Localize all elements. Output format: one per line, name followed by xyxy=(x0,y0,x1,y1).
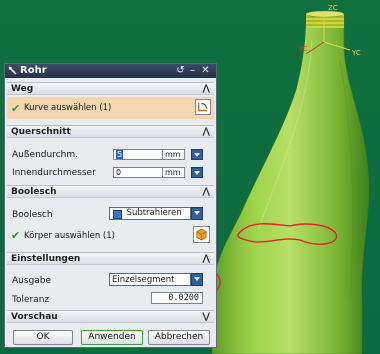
apply-button[interactable]: Anwenden xyxy=(81,330,143,345)
select-body-label: Körper auswählen (1) xyxy=(24,231,115,241)
select-body-row[interactable]: ✔ Körper auswählen (1) xyxy=(7,225,214,245)
select-body-icon[interactable] xyxy=(193,226,210,243)
outer-diameter-input[interactable]: 5 xyxy=(113,149,163,160)
section-header-querschnitt[interactable]: Querschnitt ⋀ xyxy=(7,125,214,138)
bottle-neck-threads xyxy=(305,10,345,28)
inner-diameter-input[interactable]: 0 xyxy=(113,167,163,178)
select-curve-row[interactable]: ✔ Kurve auswählen (1) xyxy=(7,97,214,119)
cancel-button[interactable]: Abbrechen xyxy=(148,330,210,345)
select-curve-label: Kurve auswählen (1) xyxy=(24,103,112,113)
boolean-dropdown-icon[interactable] xyxy=(191,207,203,220)
section-header-einstellungen[interactable]: Einstellungen ⋀ xyxy=(7,252,214,265)
section-header-boolesch[interactable]: Boolesch ⋀ xyxy=(7,185,214,198)
tolerance-label: Toleranz xyxy=(12,295,50,305)
rohr-dialog: Rohr ↺ – ✕ Weg ⋀ ✔ Kurve auswählen (1) Q… xyxy=(4,63,217,348)
ok-button[interactable]: OK xyxy=(13,330,73,345)
axis-label-yc: YC xyxy=(351,49,361,57)
reset-icon[interactable]: ↺ xyxy=(175,65,186,77)
inner-diameter-unit[interactable]: mm xyxy=(163,167,185,178)
chevron-up-icon: ⋀ xyxy=(202,187,210,197)
section-header-weg[interactable]: Weg ⋀ xyxy=(7,82,214,95)
inner-diameter-label: Innendurchmesser xyxy=(12,168,96,178)
minimize-icon[interactable]: – xyxy=(187,65,198,77)
check-icon: ✔ xyxy=(11,229,21,242)
subtract-icon xyxy=(113,210,122,219)
dialog-titlebar[interactable]: Rohr ↺ – ✕ xyxy=(5,64,216,78)
chevron-down-icon: ⋁ xyxy=(202,312,210,322)
select-curve-icon[interactable] xyxy=(195,99,211,115)
outer-diameter-label: Außendurchm. xyxy=(12,150,78,160)
check-icon: ✔ xyxy=(11,102,21,115)
chevron-up-icon: ⋀ xyxy=(202,127,210,137)
output-dropdown-icon[interactable] xyxy=(191,273,203,286)
axis-label-xc: XC xyxy=(298,45,307,53)
inner-diameter-dropdown-icon[interactable] xyxy=(191,167,203,178)
outer-diameter-unit[interactable]: mm xyxy=(163,149,185,160)
tube-icon xyxy=(8,66,17,75)
chevron-up-icon: ⋀ xyxy=(202,84,210,94)
boolean-select[interactable]: Subtrahieren xyxy=(109,207,191,220)
outer-diameter-dropdown-icon[interactable] xyxy=(191,149,203,160)
output-label: Ausgabe xyxy=(12,276,52,286)
chevron-up-icon: ⋀ xyxy=(202,254,210,264)
dialog-title: Rohr xyxy=(20,65,47,76)
close-icon[interactable]: ✕ xyxy=(200,65,211,77)
boolean-label: Boolesch xyxy=(12,210,53,220)
tolerance-input[interactable]: 0.0200 xyxy=(151,292,203,304)
output-select[interactable]: Einzelsegment xyxy=(109,273,191,286)
section-header-vorschau[interactable]: Vorschau ⋁ xyxy=(7,310,214,323)
axis-label-zc: ZC xyxy=(328,4,338,12)
